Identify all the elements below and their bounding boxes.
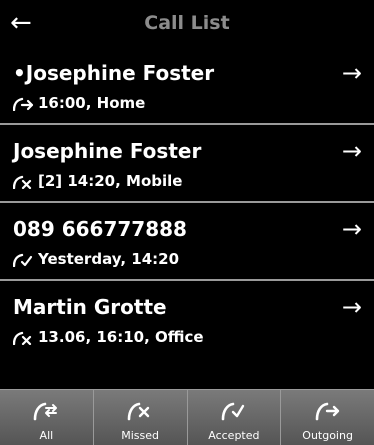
call-detail: 16:00, Home [13,94,145,112]
call-detail-text: [2] 14:20, Mobile [38,172,183,190]
call-detail: Yesterday, 14:20 [13,250,179,268]
call-detail-text: 16:00, Home [38,94,146,112]
outgoing-call-icon [13,97,34,111]
caller-name: Josephine Foster [13,139,202,163]
tab-missed-label: Missed [121,429,159,442]
missed-call-icon [13,331,32,345]
missed-call-icon [13,175,32,189]
call-list: •Josephine Foster 16:00, Home → Josephin… [0,47,374,357]
caller-name: Martin Grotte [13,295,167,319]
call-detail: 13.06, 16:10, Office [13,328,204,346]
page-title: Call List [144,12,230,34]
call-detail-text: 13.06, 16:10, Office [38,328,204,346]
call-list-item[interactable]: 089 666777888 Yesterday, 14:20 → [0,203,374,281]
right-arrow-icon[interactable]: → [342,293,362,321]
caller-name: •Josephine Foster [13,61,215,85]
call-list-item[interactable]: •Josephine Foster 16:00, Home → [0,47,374,125]
tab-all[interactable]: All [0,390,93,445]
right-arrow-icon[interactable]: → [342,215,362,243]
call-list-item[interactable]: Martin Grotte 13.06, 16:10, Office → [0,281,374,357]
header: ← Call List [0,0,374,47]
tab-outgoing[interactable]: Outgoing [280,390,374,445]
all-calls-icon [34,402,58,421]
tab-accepted-label: Accepted [208,429,260,442]
tab-outgoing-label: Outgoing [302,429,353,442]
call-detail: [2] 14:20, Mobile [13,172,182,190]
caller-name: 089 666777888 [13,217,187,241]
call-detail-text: Yesterday, 14:20 [38,250,180,268]
accepted-call-icon [221,402,245,421]
tab-missed[interactable]: Missed [92,390,187,445]
filter-tab-bar: All Missed Accepted Outgoing [0,389,374,445]
tab-all-label: All [39,429,54,442]
right-arrow-icon[interactable]: → [342,137,362,165]
outgoing-call-icon [315,402,339,421]
accepted-call-icon [13,253,33,267]
tab-accepted[interactable]: Accepted [186,390,281,445]
missed-call-icon [127,402,150,421]
right-arrow-icon[interactable]: → [342,59,362,87]
call-list-item[interactable]: Josephine Foster [2] 14:20, Mobile → [0,125,374,203]
